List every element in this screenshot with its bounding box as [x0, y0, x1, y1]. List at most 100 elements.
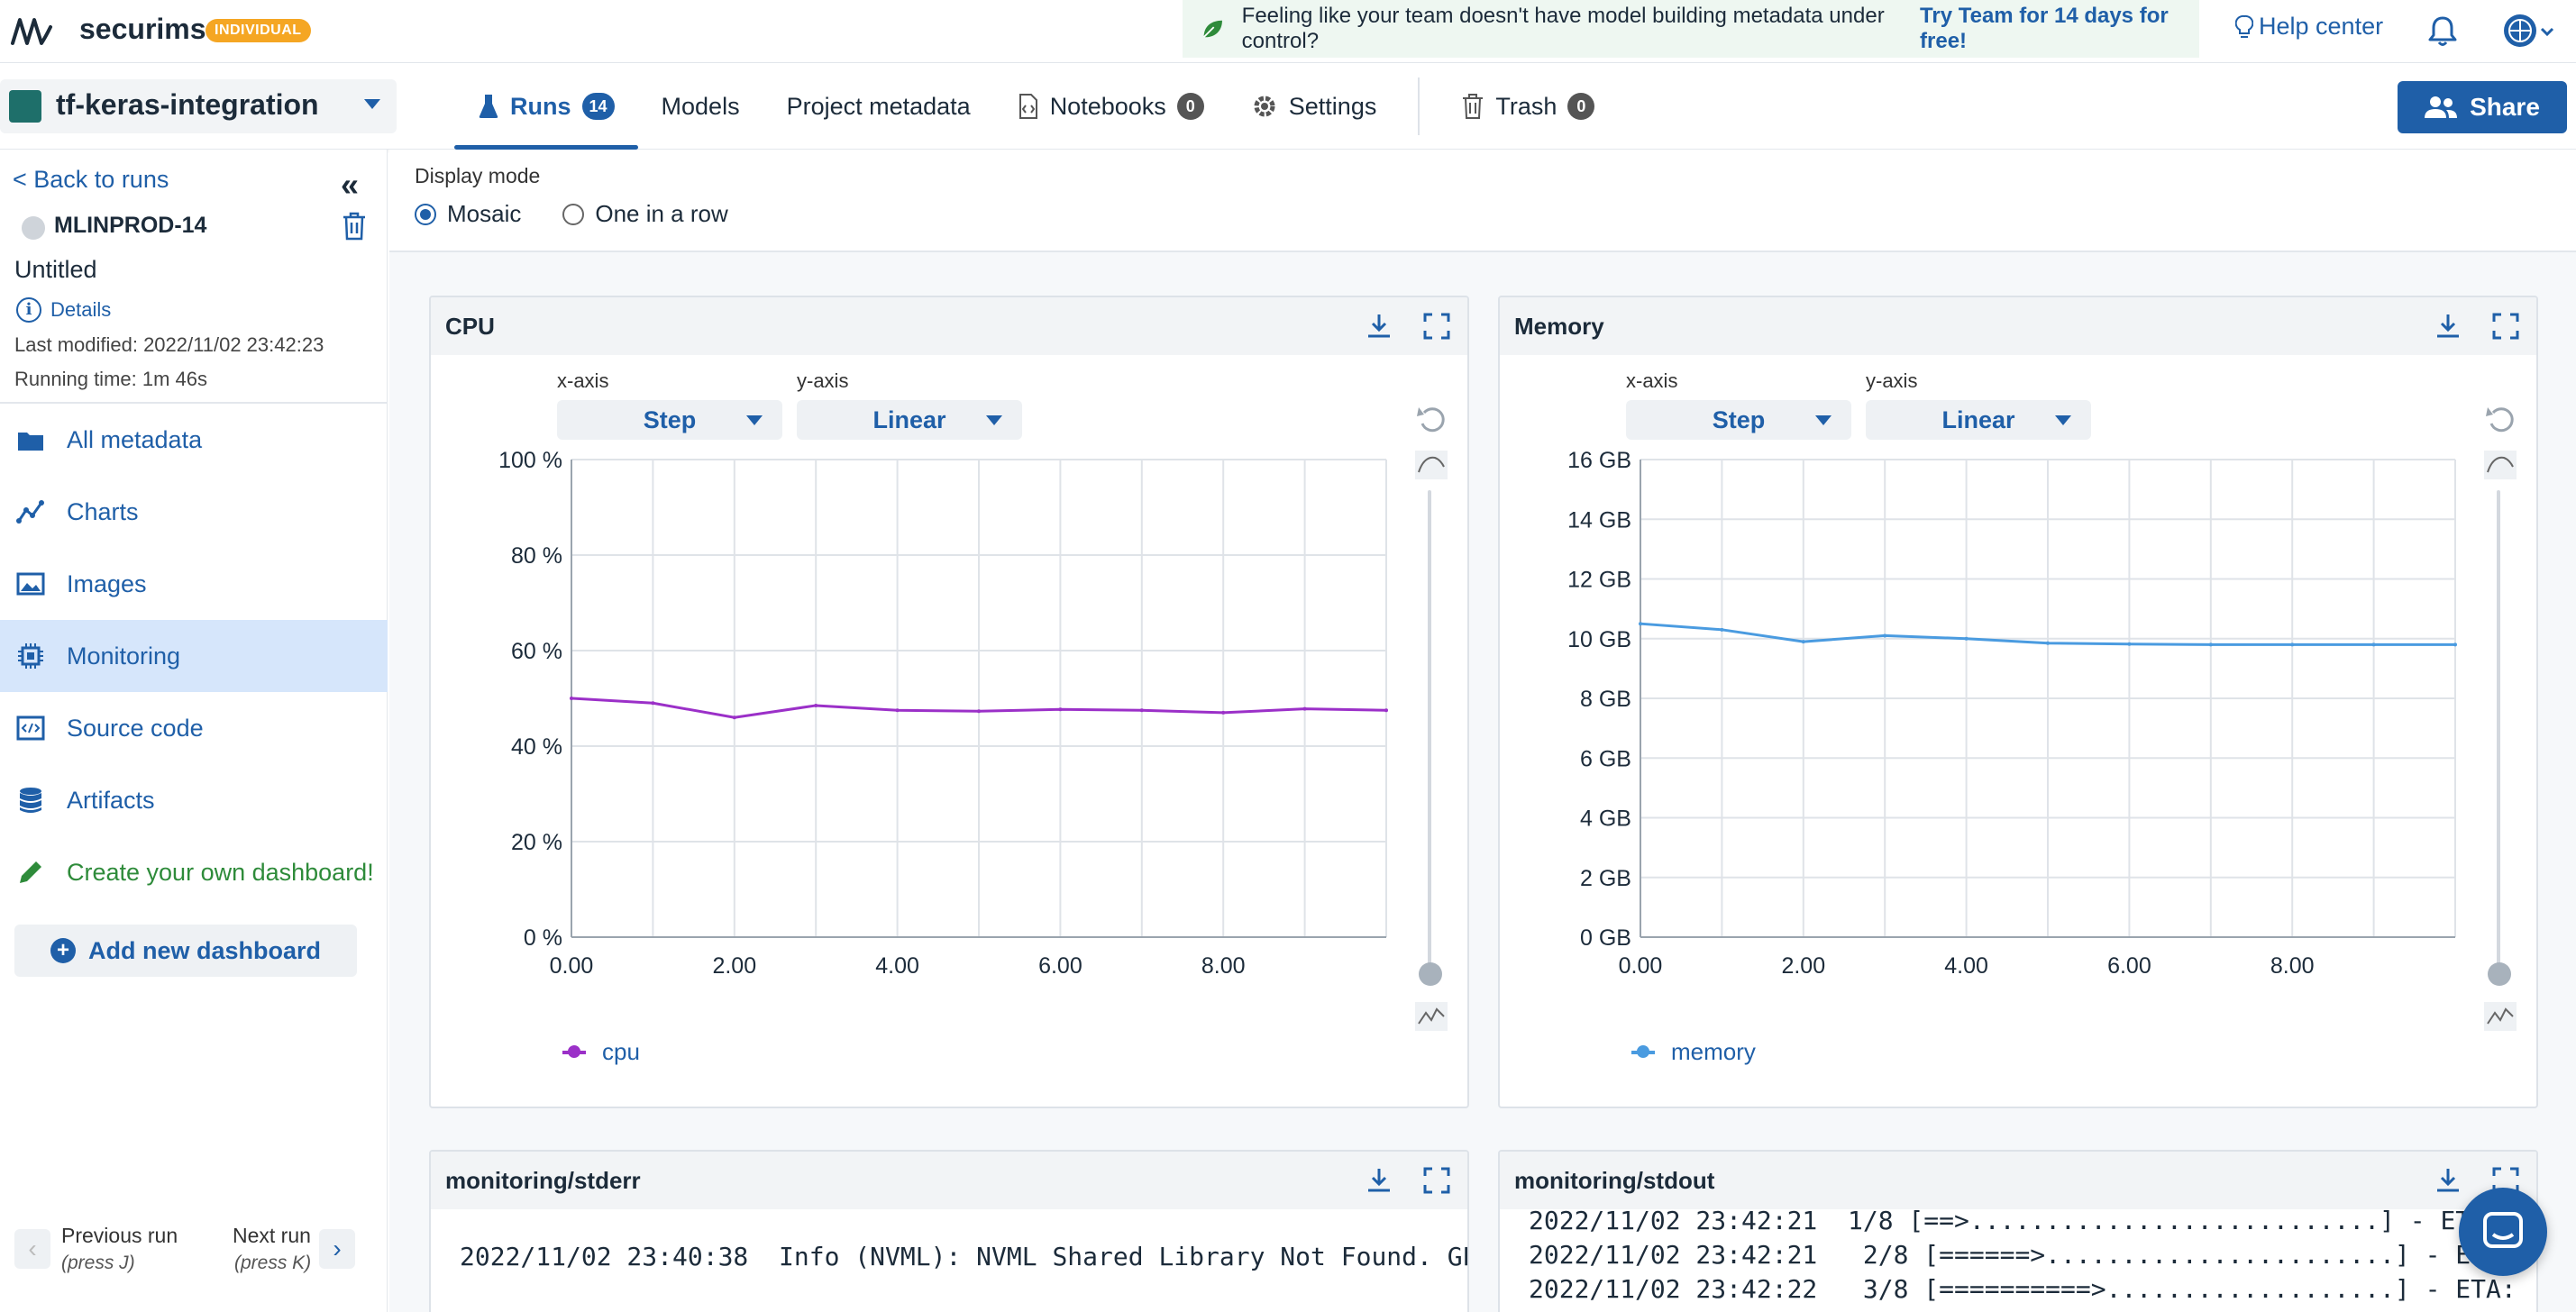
- bell-icon[interactable]: [2425, 13, 2461, 49]
- data-point[interactable]: [2290, 642, 2295, 647]
- avatar[interactable]: [2500, 11, 2556, 50]
- y-tick-label: 10 GB: [1567, 627, 1631, 652]
- info-icon: i: [16, 297, 41, 323]
- data-point[interactable]: [1384, 708, 1388, 713]
- run-navigation: ‹ Previous run (press J) Next run (press…: [0, 1220, 388, 1301]
- sidebar-item-create-dashboard[interactable]: Create your own dashboard!: [0, 836, 388, 908]
- sidebar-item-all-metadata[interactable]: All metadata: [0, 404, 388, 476]
- legend-swatch: [1631, 1044, 1655, 1058]
- data-point[interactable]: [1221, 710, 1226, 715]
- data-point[interactable]: [2046, 641, 2050, 645]
- data-point[interactable]: [2127, 642, 2132, 646]
- data-point[interactable]: [895, 708, 900, 713]
- chart-legend[interactable]: memory: [1631, 1038, 1756, 1066]
- previous-run-button[interactable]: ‹: [14, 1229, 50, 1269]
- chat-icon: [2483, 1212, 2523, 1248]
- y-tick-label: 0 %: [524, 925, 562, 951]
- smoothing-slider-track[interactable]: [1428, 490, 1431, 977]
- data-point[interactable]: [570, 697, 573, 700]
- sidebar-item-images[interactable]: Images: [0, 548, 388, 620]
- help-center-link[interactable]: Help center: [2235, 13, 2383, 41]
- data-point[interactable]: [1639, 622, 1642, 626]
- next-run-button[interactable]: ›: [319, 1229, 355, 1269]
- reset-zoom-icon[interactable]: [2484, 404, 2517, 436]
- log-line: 2022/11/02 23:42:22 3/8 [==========>....…: [1529, 1274, 2517, 1304]
- collapse-sidebar-icon[interactable]: «: [341, 166, 359, 204]
- one-in-a-row-radio[interactable]: One in a row: [562, 200, 728, 228]
- data-point[interactable]: [814, 703, 818, 707]
- sidebar-item-monitoring[interactable]: Monitoring: [0, 620, 388, 692]
- data-point[interactable]: [732, 715, 736, 720]
- fullscreen-icon[interactable]: [1422, 1166, 1451, 1195]
- tab-project-metadata[interactable]: Project metadata: [763, 63, 994, 150]
- display-mode-options: Mosaic One in a row: [415, 200, 728, 228]
- tab-runs[interactable]: Runs 14: [454, 63, 638, 150]
- y-axis-label: y-axis: [797, 369, 849, 392]
- smoothing-icon[interactable]: [1415, 451, 1448, 479]
- y-tick-label: 4 GB: [1580, 806, 1631, 832]
- y-tick-label: 8 GB: [1580, 687, 1631, 712]
- tab-trash[interactable]: Trash 0: [1438, 63, 1618, 150]
- sidebar-item-label: Create your own dashboard!: [67, 858, 374, 886]
- x-tick-label: 4.00: [1944, 953, 1988, 979]
- smoothing-icon[interactable]: [2484, 451, 2517, 479]
- tab-models[interactable]: Models: [638, 63, 763, 150]
- sidebar-item-charts[interactable]: Charts: [0, 476, 388, 548]
- data-point[interactable]: [651, 701, 655, 706]
- data-point[interactable]: [977, 709, 981, 714]
- fullscreen-icon[interactable]: [2491, 312, 2520, 341]
- one-in-a-row-label: One in a row: [595, 200, 728, 227]
- sidebar-item-source-code[interactable]: Source code: [0, 692, 388, 764]
- raw-line-icon[interactable]: [1415, 1002, 1448, 1031]
- data-point[interactable]: [1058, 707, 1063, 712]
- data-point[interactable]: [1801, 640, 1805, 644]
- tab-runs-label: Runs: [510, 92, 571, 120]
- sidebar-item-artifacts[interactable]: Artifacts: [0, 764, 388, 836]
- share-button[interactable]: Share: [2398, 81, 2567, 133]
- memory-chart[interactable]: 0 GB 2 GB 4 GB 6 GB 8 GB 10 GB 12 GB 14 GB 16 GB…: [1500, 433, 2464, 1009]
- fullscreen-icon[interactable]: [1422, 312, 1451, 341]
- y-tick-label: 40 %: [511, 734, 562, 760]
- reset-zoom-icon[interactable]: [1415, 404, 1448, 436]
- y-tick-label: 12 GB: [1567, 568, 1631, 593]
- chat-support-button[interactable]: [2459, 1188, 2547, 1276]
- details-link[interactable]: i Details: [16, 297, 111, 323]
- panel-title: monitoring/stdout: [1514, 1166, 1715, 1194]
- logo-icon[interactable]: [9, 11, 54, 52]
- delete-run-icon[interactable]: [341, 211, 368, 241]
- data-point[interactable]: [1720, 627, 1724, 632]
- tab-settings[interactable]: Settings: [1228, 63, 1401, 150]
- promo-link[interactable]: Try Team for 14 days for free!: [1920, 4, 2199, 54]
- project-selector[interactable]: tf-keras-integration: [0, 79, 397, 133]
- data-point[interactable]: [1883, 633, 1887, 638]
- raw-line-icon[interactable]: [2484, 1002, 2517, 1031]
- tab-notebooks[interactable]: Notebooks 0: [994, 63, 1228, 150]
- back-to-runs-link[interactable]: < Back to runs: [13, 166, 169, 194]
- cpu-chart[interactable]: 0 % 20 % 40 % 60 % 80 % 100 % 0.00 2.00 4.00 6.00…: [431, 433, 1395, 1009]
- data-point[interactable]: [1139, 708, 1144, 713]
- smoothing-slider-handle[interactable]: [2488, 962, 2511, 986]
- display-mode-bar: Display mode Mosaic One in a row: [389, 150, 2576, 252]
- data-point[interactable]: [2371, 642, 2376, 647]
- download-icon[interactable]: [2434, 1166, 2462, 1195]
- data-point[interactable]: [1302, 706, 1307, 711]
- download-icon[interactable]: [1365, 1166, 1393, 1195]
- data-point[interactable]: [1964, 636, 1969, 641]
- smoothing-slider-handle[interactable]: [1419, 962, 1442, 986]
- download-icon[interactable]: [1365, 312, 1393, 341]
- sidebar-item-label: All metadata: [67, 425, 203, 453]
- promo-banner: Feeling like your team doesn't have mode…: [1183, 0, 2199, 58]
- data-point[interactable]: [2453, 642, 2457, 647]
- mosaic-radio[interactable]: Mosaic: [415, 200, 521, 228]
- chip-icon: [18, 643, 43, 669]
- chart-legend[interactable]: cpu: [562, 1038, 640, 1066]
- smoothing-slider-track[interactable]: [2497, 490, 2500, 977]
- flask-icon: [479, 95, 498, 118]
- add-dashboard-label: Add new dashboard: [87, 936, 322, 964]
- data-point[interactable]: [2208, 642, 2213, 647]
- next-run-label: Next run: [233, 1224, 311, 1247]
- x-tick-label: 0.00: [1619, 953, 1663, 979]
- trash-count-badge: 0: [1567, 93, 1595, 120]
- add-new-dashboard-button[interactable]: + Add new dashboard: [14, 925, 357, 977]
- download-icon[interactable]: [2434, 312, 2462, 341]
